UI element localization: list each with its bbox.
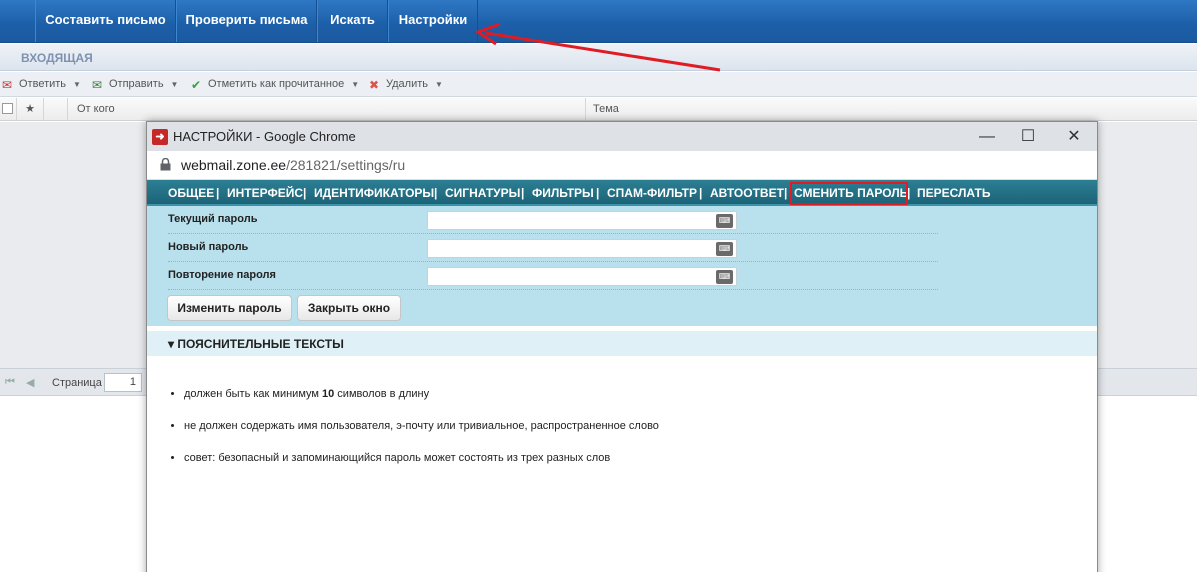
tip-item: совет: безопасный и запоминающийся парол… — [184, 452, 610, 464]
forward-label: Отправить — [109, 78, 164, 90]
current-password-label: Текущий пароль — [168, 213, 258, 225]
reply-icon: ✉ — [2, 78, 13, 92]
tab-separator: | — [784, 186, 788, 200]
settings-tabs: ОБЩЕЕ | ИНТЕРФЕЙС | ИДЕНТИФИКАТОРЫ | СИГ… — [147, 180, 1097, 206]
tab-separator: | — [521, 186, 525, 200]
keyboard-icon[interactable]: ⌨ — [716, 242, 733, 256]
delete-label: Удалить — [386, 78, 428, 90]
folder-title: ВХОДЯЩАЯ — [21, 51, 93, 65]
tip-number: 10 — [322, 388, 335, 400]
main-nav: Составить письмо Проверить письма Искать… — [0, 0, 1197, 43]
current-password-field[interactable]: ⌨ — [427, 211, 737, 230]
minimize-icon[interactable]: — — [971, 126, 1003, 148]
close-window-button[interactable]: Закрыть окно — [297, 295, 401, 321]
tab-spam-filter[interactable]: СПАМ-ФИЛЬТР — [607, 186, 697, 200]
reply-label: Ответить — [19, 78, 67, 90]
forward-icon: ✉ — [92, 78, 103, 92]
from-column-header[interactable]: От кого — [68, 98, 586, 121]
forward-button[interactable]: ✉ Отправить ▼ — [92, 77, 178, 92]
mark-read-label: Отметить как прочитанное — [208, 78, 345, 90]
prev-page-icon[interactable]: ◀ — [26, 376, 34, 389]
star-column-header[interactable]: ★ — [17, 98, 44, 121]
page-input[interactable]: 1 — [104, 373, 142, 392]
search-button[interactable]: Искать — [317, 0, 388, 42]
tab-autoreply[interactable]: АВТООТВЕТ — [710, 186, 784, 200]
flag-column-header[interactable] — [44, 98, 68, 121]
new-password-field[interactable]: ⌨ — [427, 239, 737, 258]
tab-forward[interactable]: ПЕРЕСЛАТЬ — [917, 186, 990, 200]
tab-separator: | — [596, 186, 600, 200]
row-divider — [168, 289, 938, 290]
settings-popup-window: ➜ НАСТРОЙКИ - Google Chrome — ☐ ✕ webmai… — [146, 121, 1098, 572]
window-titlebar: ➜ НАСТРОЙКИ - Google Chrome — ☐ ✕ — [147, 122, 1097, 151]
tab-signatures[interactable]: СИГНАТУРЫ — [445, 186, 520, 200]
keyboard-icon[interactable]: ⌨ — [716, 214, 733, 228]
change-password-button[interactable]: Изменить пароль — [167, 295, 292, 321]
tab-interface[interactable]: ИНТЕРФЕЙС — [227, 186, 303, 200]
tab-separator: | — [434, 186, 438, 200]
new-password-label: Новый пароль — [168, 241, 249, 253]
repeat-password-label: Повторение пароля — [168, 269, 276, 281]
explanations-toggle[interactable]: ▾ ПОЯСНИТЕЛЬНЫЕ ТЕКСТЫ — [147, 331, 1097, 356]
repeat-password-field[interactable]: ⌨ — [427, 267, 737, 286]
message-list-header: ★ От кого Тема — [0, 98, 1197, 121]
keyboard-icon[interactable]: ⌨ — [716, 270, 733, 284]
select-all-checkbox[interactable] — [0, 98, 17, 121]
window-title: НАСТРОЙКИ - Google Chrome — [173, 129, 356, 144]
check-mail-button[interactable]: Проверить письма — [176, 0, 317, 42]
tab-separator: | — [216, 186, 220, 200]
close-icon[interactable]: ✕ — [1058, 126, 1090, 148]
explanations-header: ▾ ПОЯСНИТЕЛЬНЫЕ ТЕКСТЫ — [168, 337, 344, 351]
tab-general[interactable]: ОБЩЕЕ — [168, 186, 214, 200]
tab-filters[interactable]: ФИЛЬТРЫ — [532, 186, 594, 200]
delete-icon: ✖ — [369, 78, 380, 92]
tab-identities[interactable]: ИДЕНТИФИКАТОРЫ — [314, 186, 434, 200]
settings-button[interactable]: Настройки — [388, 0, 478, 42]
tip-text: должен быть как минимум — [184, 388, 322, 400]
mark-read-button[interactable]: ✔ Отметить как прочитанное ▼ — [191, 77, 359, 92]
first-page-icon[interactable]: ⏮ — [5, 376, 15, 389]
tip-item: должен быть как минимум 10 символов в дл… — [184, 388, 429, 400]
subject-column-header[interactable]: Тема — [586, 98, 1197, 121]
tab-separator: | — [303, 186, 307, 200]
reply-button[interactable]: ✉ Ответить ▼ — [2, 77, 81, 92]
url-text[interactable]: webmail.zone.ee/281821/settings/ru — [181, 157, 405, 173]
url-host: webmail.zone.ee — [181, 157, 287, 173]
maximize-icon[interactable]: ☐ — [1012, 126, 1044, 148]
chevron-down-icon[interactable]: ▼ — [73, 80, 81, 89]
mail-toolbar: ✉ Ответить ▼ ✉ Отправить ▼ ✔ Отметить как про… — [0, 72, 1197, 97]
tip-text: символов в длину — [334, 388, 430, 400]
lock-icon — [160, 158, 171, 171]
delete-button[interactable]: ✖ Удалить ▼ — [369, 77, 443, 92]
app-icon: ➜ — [152, 129, 168, 145]
row-divider — [168, 233, 938, 234]
chevron-down-icon[interactable]: ▼ — [351, 80, 359, 89]
tip-item: не должен содержать имя пользователя, э-… — [184, 420, 659, 432]
page-label: Страница — [52, 377, 102, 389]
check-icon: ✔ — [191, 78, 202, 92]
chevron-down-icon[interactable]: ▼ — [171, 80, 179, 89]
chevron-down-icon[interactable]: ▼ — [435, 80, 443, 89]
tab-separator: | — [699, 186, 703, 200]
folder-title-bar: ВХОДЯЩАЯ — [0, 44, 1197, 71]
compose-button[interactable]: Составить письмо — [35, 0, 176, 42]
url-path: /281821/settings/ru — [286, 157, 406, 173]
row-divider — [168, 261, 938, 262]
address-bar[interactable]: webmail.zone.ee/281821/settings/ru — [147, 151, 1097, 180]
active-tab-highlight — [790, 182, 908, 205]
